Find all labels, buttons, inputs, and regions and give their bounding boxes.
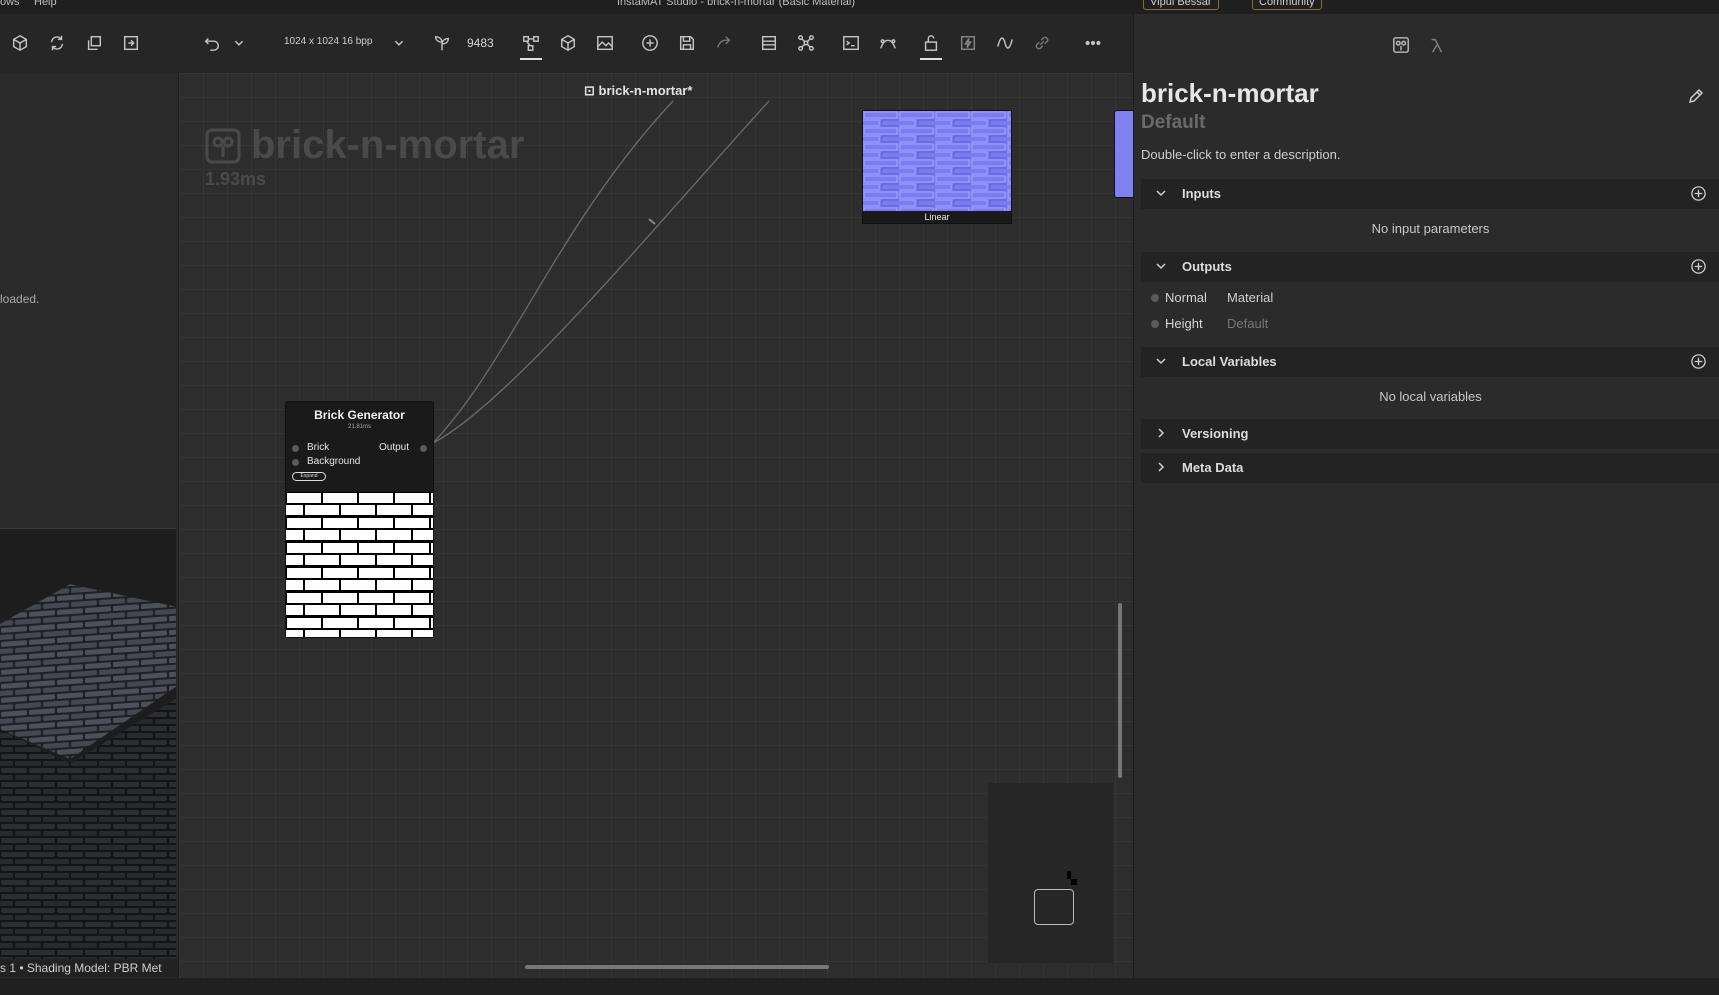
menu-windows[interactable]: ows bbox=[0, 0, 20, 8]
port-output-dot[interactable] bbox=[420, 445, 427, 452]
link-icon[interactable] bbox=[1031, 32, 1053, 54]
vertical-scrollbar[interactable] bbox=[1118, 603, 1122, 778]
section-inputs-title: Inputs bbox=[1182, 186, 1221, 201]
offscreen-node[interactable] bbox=[1114, 110, 1133, 198]
3d-view-icon[interactable] bbox=[557, 32, 579, 54]
graph-canvas[interactable]: ⊡ brick-n-mortar* brick-n-mortar 1.93ms … bbox=[179, 73, 1133, 978]
output-name: Normal bbox=[1165, 290, 1207, 305]
refresh-icon[interactable] bbox=[46, 32, 68, 54]
undo-icon[interactable] bbox=[201, 32, 223, 54]
duplicate-icon[interactable] bbox=[83, 32, 105, 54]
window-title: InstaMAT Studio - brick-n-mortar (Basic … bbox=[617, 0, 855, 8]
properties-panel: brick-n-mortar Default Double-click to e… bbox=[1133, 14, 1719, 978]
menu-help[interactable]: Help bbox=[34, 0, 57, 8]
redo-icon[interactable] bbox=[713, 32, 735, 54]
port-brick-label: Brick bbox=[307, 442, 330, 453]
cube-view-icon[interactable] bbox=[9, 32, 31, 54]
chevron-right-icon bbox=[1158, 428, 1165, 438]
node-time: 21.81ms bbox=[347, 424, 371, 430]
output-dot bbox=[1151, 320, 1159, 328]
normal-node-label: Linear bbox=[863, 211, 1011, 223]
resolution-select[interactable]: 1024 x 1024 16 bpp bbox=[284, 36, 372, 47]
minimap-node-marker bbox=[1067, 871, 1077, 885]
3d-viewport[interactable] bbox=[0, 528, 176, 961]
add-input-icon[interactable] bbox=[1690, 185, 1707, 202]
wave-icon[interactable] bbox=[994, 32, 1016, 54]
main-toolbar: 1024 x 1024 16 bpp 9483 bbox=[0, 14, 1133, 73]
section-outputs[interactable]: Outputs bbox=[1141, 252, 1719, 282]
viewport-info-bar: s 1 • Shading Model: PBR Met bbox=[0, 959, 178, 977]
section-versioning-title: Versioning bbox=[1182, 426, 1249, 441]
output-dot bbox=[1151, 294, 1159, 302]
port-brick-dot[interactable] bbox=[292, 445, 299, 452]
functions-tab-icon[interactable] bbox=[1426, 34, 1448, 56]
expand-button[interactable]: Expand bbox=[292, 472, 326, 481]
output-row[interactable]: Height Default bbox=[1141, 312, 1719, 336]
more-options-icon[interactable] bbox=[1082, 32, 1104, 54]
2d-view-icon[interactable] bbox=[594, 32, 616, 54]
port-output-label: Output bbox=[379, 442, 410, 453]
title-bar: ows Help InstaMAT Studio - brick-n-morta… bbox=[0, 0, 1719, 14]
community-button[interactable]: Community bbox=[1252, 0, 1322, 10]
chevron-down-icon bbox=[1156, 190, 1166, 197]
output-row[interactable]: Normal Material bbox=[1141, 286, 1719, 310]
section-meta-data-title: Meta Data bbox=[1182, 460, 1244, 475]
node-title: Brick Generator bbox=[314, 408, 405, 422]
resolution-chevron-icon[interactable] bbox=[388, 32, 410, 54]
section-meta-data[interactable]: Meta Data bbox=[1141, 453, 1719, 483]
seed-icon[interactable] bbox=[431, 32, 453, 54]
chevron-down-icon bbox=[1156, 358, 1166, 365]
seed-value[interactable]: 9483 bbox=[467, 36, 494, 50]
local-variables-empty-message: No local variables bbox=[1379, 389, 1482, 404]
brick-preview-thumbnail bbox=[286, 492, 433, 637]
user-label: Vipul Bessar bbox=[1150, 0, 1212, 8]
horizontal-scrollbar[interactable] bbox=[525, 965, 829, 969]
section-local-variables[interactable]: Local Variables bbox=[1141, 347, 1719, 377]
section-outputs-title: Outputs bbox=[1182, 259, 1232, 274]
normal-preview-thumbnail bbox=[863, 111, 1011, 211]
graph-name: brick-n-mortar bbox=[1141, 78, 1319, 108]
add-variable-icon[interactable] bbox=[1690, 353, 1707, 370]
output-type: Default bbox=[1227, 316, 1269, 331]
minimap-viewport[interactable] bbox=[1034, 889, 1074, 925]
output-type: Material bbox=[1227, 290, 1274, 305]
library-icon[interactable] bbox=[758, 32, 780, 54]
section-inputs[interactable]: Inputs bbox=[1141, 179, 1719, 209]
flash-icon[interactable] bbox=[957, 32, 979, 54]
edit-pencil-icon[interactable] bbox=[1686, 86, 1706, 106]
section-local-variables-title: Local Variables bbox=[1182, 354, 1277, 369]
graph-view-icon[interactable] bbox=[520, 32, 542, 60]
port-background-label: Background bbox=[307, 456, 361, 467]
add-output-icon[interactable] bbox=[1690, 258, 1707, 275]
user-button[interactable]: Vipul Bessar bbox=[1143, 0, 1219, 10]
minimap[interactable] bbox=[988, 783, 1113, 963]
import-icon[interactable] bbox=[120, 32, 142, 54]
chevron-right-icon bbox=[1158, 462, 1165, 472]
left-panel: loaded. s 1 • Shading Model: PBR Met bbox=[0, 73, 179, 978]
console-icon[interactable] bbox=[840, 32, 862, 54]
chevron-down-icon bbox=[1156, 263, 1166, 270]
status-bar bbox=[0, 978, 1719, 995]
port-background-dot[interactable] bbox=[292, 459, 299, 466]
add-node-icon[interactable] bbox=[639, 32, 661, 54]
output-name: Height bbox=[1165, 316, 1203, 331]
section-versioning[interactable]: Versioning bbox=[1141, 419, 1719, 449]
brick-generator-node[interactable]: Brick Generator 21.81ms Brick Background… bbox=[285, 401, 434, 638]
undo-history-chevron-icon[interactable] bbox=[228, 32, 250, 54]
graph-variant: Default bbox=[1141, 112, 1206, 133]
left-status-text: loaded. bbox=[0, 292, 40, 306]
community-label: Community bbox=[1259, 0, 1315, 8]
inputs-empty-message: No input parameters bbox=[1371, 221, 1490, 236]
normal-map-node[interactable]: Linear bbox=[862, 110, 1012, 224]
atom-network-icon[interactable] bbox=[795, 32, 817, 54]
graph-description[interactable]: Double-click to enter a description. bbox=[1141, 147, 1340, 162]
brick-cube-render bbox=[0, 584, 176, 961]
graph-properties-tab-icon[interactable] bbox=[1390, 34, 1412, 56]
unlock-icon[interactable] bbox=[920, 32, 942, 60]
curve-editor-icon[interactable] bbox=[877, 32, 899, 54]
save-icon[interactable] bbox=[676, 32, 698, 54]
